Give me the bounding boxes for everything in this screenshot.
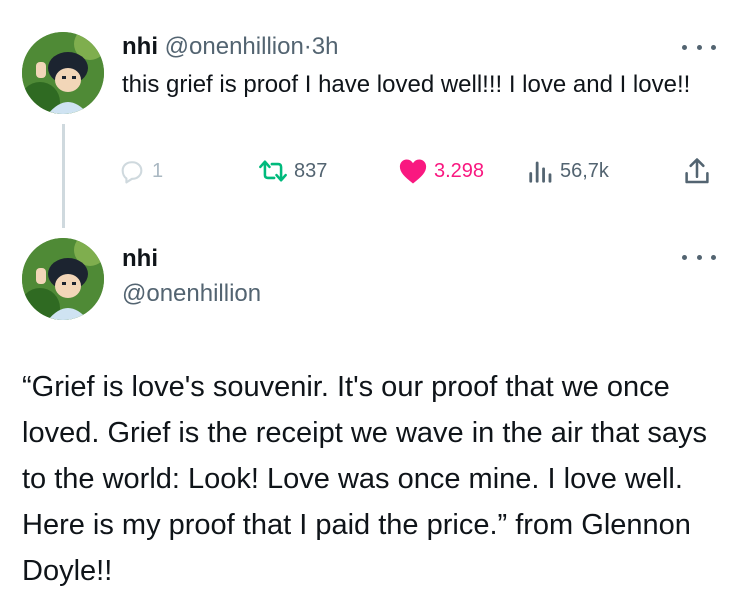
views-icon (528, 157, 554, 185)
reply-button[interactable]: 1 (118, 154, 163, 188)
more-dot (682, 44, 687, 50)
repost-button[interactable]: 837 (258, 154, 327, 188)
heart-icon (398, 157, 428, 185)
display-name[interactable]: nhi (122, 33, 158, 60)
more-dot (711, 254, 716, 260)
views-count: 56,7k (560, 159, 609, 182)
repost-count: 837 (294, 159, 328, 182)
more-icon[interactable] (682, 40, 716, 54)
repost-icon (258, 157, 288, 185)
more-dot (696, 254, 702, 260)
more-icon[interactable] (682, 250, 716, 264)
more-dot (682, 254, 687, 260)
share-button[interactable] (684, 154, 710, 188)
like-count: 3.298 (434, 159, 485, 182)
user-handle[interactable]: @onenhillion (122, 279, 261, 309)
separator: · (303, 33, 312, 60)
user-handle[interactable]: @onenhillion (165, 33, 304, 60)
reply-icon (118, 157, 146, 185)
views-button[interactable]: 56,7k (528, 154, 609, 188)
avatar[interactable] (22, 32, 104, 114)
reply-count: 1 (152, 159, 164, 182)
tweet-header: nhi @onenhillion·3h (122, 32, 339, 62)
like-button[interactable]: 3.298 (398, 154, 484, 188)
tweet-text: “Grief is love's souvenir. It's our proo… (22, 371, 708, 587)
tweet-text: this grief is proof I have loved well!!!… (122, 71, 691, 98)
timestamp[interactable]: 3h (312, 33, 339, 60)
tweet-actions: 1 837 3.298 56,7k (118, 154, 718, 188)
share-icon (684, 156, 710, 186)
more-dot (711, 44, 716, 50)
avatar[interactable] (22, 238, 104, 320)
more-dot (696, 44, 702, 50)
thread-line (62, 124, 65, 228)
display-name[interactable]: nhi (122, 244, 158, 274)
